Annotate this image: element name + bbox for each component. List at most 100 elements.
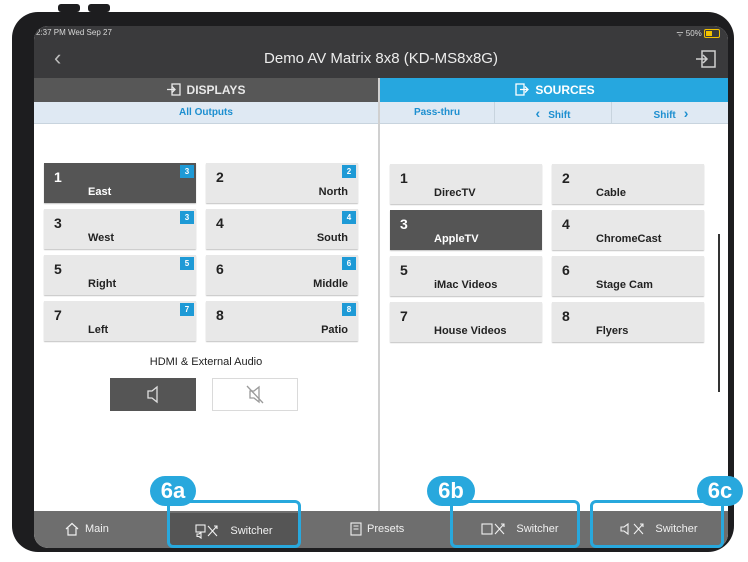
- tile-label: DirecTV: [434, 187, 476, 199]
- display-tile-8[interactable]: 8 Patio 8: [206, 301, 358, 341]
- route-badge: 2: [342, 165, 356, 178]
- callout-box-6c: [590, 500, 724, 548]
- source-tile-8[interactable]: 8 Flyers: [552, 302, 704, 342]
- chevron-left-icon: ‹: [535, 105, 541, 121]
- audio-mute-button[interactable]: [212, 378, 298, 411]
- tile-number: 5: [400, 262, 408, 278]
- tile-number: 3: [54, 215, 62, 231]
- sources-header[interactable]: SOURCES: [380, 78, 728, 102]
- callout-box-6b: [450, 500, 580, 548]
- route-badge: 7: [180, 303, 194, 316]
- sources-header-label: SOURCES: [535, 83, 595, 97]
- tile-number: 8: [562, 308, 570, 324]
- source-tile-3[interactable]: 3 AppleTV: [390, 210, 542, 250]
- page-title: Demo AV Matrix 8x8 (KD-MS8x8G): [264, 50, 498, 67]
- display-tile-5[interactable]: 5 Right 5: [44, 255, 196, 295]
- app-screen: 2:37 PM Wed Sep 27 ᯤ 50% ‹ Demo AV Matri…: [34, 26, 728, 548]
- display-tile-4[interactable]: 4 South 4: [206, 209, 358, 249]
- speaker-mute-icon: [246, 385, 264, 404]
- source-tile-4[interactable]: 4 ChromeCast: [552, 210, 704, 250]
- source-tile-6[interactable]: 6 Stage Cam: [552, 256, 704, 296]
- displays-icon: [166, 83, 181, 96]
- sources-tab-bar: Pass-thru ‹ Shift Shift ›: [380, 102, 728, 124]
- tile-number: 6: [216, 261, 224, 277]
- wifi-icon: ᯤ: [676, 29, 684, 38]
- source-tile-5[interactable]: 5 iMac Videos: [390, 256, 542, 296]
- tile-label: West: [88, 232, 115, 244]
- nav-presets-label: Presets: [367, 523, 405, 535]
- tile-number: 6: [562, 262, 570, 278]
- source-tile-1[interactable]: 1 DirecTV: [390, 164, 542, 204]
- tile-label: North: [318, 186, 348, 198]
- displays-header-label: DISPLAYS: [186, 83, 246, 97]
- nav-main-label: Main: [85, 523, 109, 535]
- tile-label: Cable: [596, 187, 626, 199]
- tile-number: 3: [400, 216, 408, 232]
- audio-on-button[interactable]: [110, 378, 196, 411]
- nav-main[interactable]: Main: [64, 511, 109, 548]
- tile-number: 5: [54, 261, 62, 277]
- shift-left-button[interactable]: ‹ Shift: [495, 102, 612, 124]
- shift-right-label: Shift: [653, 110, 676, 121]
- tile-number: 1: [400, 170, 408, 186]
- nav-presets[interactable]: Presets: [350, 511, 404, 548]
- display-tile-1[interactable]: 1 East 3: [44, 163, 196, 203]
- tile-number: 8: [216, 307, 224, 323]
- display-tile-6[interactable]: 6 Middle 6: [206, 255, 358, 295]
- chevron-right-icon: ›: [683, 105, 689, 121]
- callout-badge-6c: 6c: [697, 476, 743, 506]
- tile-number: 2: [216, 169, 224, 185]
- presets-icon: [350, 522, 362, 536]
- displays-header[interactable]: DISPLAYS: [34, 78, 378, 102]
- route-badge: 8: [342, 303, 356, 316]
- display-tile-3[interactable]: 3 West 3: [44, 209, 196, 249]
- exit-icon[interactable]: [694, 48, 718, 70]
- sources-scrollbar[interactable]: [718, 234, 720, 392]
- tile-number: 7: [54, 307, 62, 323]
- title-bar: ‹ Demo AV Matrix 8x8 (KD-MS8x8G): [34, 40, 728, 78]
- route-badge: 3: [180, 165, 194, 178]
- source-tile-2[interactable]: 2 Cable: [552, 164, 704, 204]
- displays-panel: DISPLAYS All Outputs 1 East 3 2 North 2 …: [34, 78, 378, 528]
- route-badge: 5: [180, 257, 194, 270]
- device-button: [88, 4, 110, 12]
- sources-icon: [515, 83, 530, 96]
- tile-number: 4: [216, 215, 224, 231]
- route-badge: 3: [180, 211, 194, 224]
- tile-number: 1: [54, 169, 62, 185]
- shift-right-button[interactable]: Shift ›: [612, 102, 728, 124]
- status-time: 2:37 PM Wed Sep 27: [36, 28, 112, 37]
- callout-box-6a: [167, 500, 301, 548]
- battery-percent: 50%: [685, 29, 702, 38]
- source-tile-7[interactable]: 7 House Videos: [390, 302, 542, 342]
- sources-panel: SOURCES Pass-thru ‹ Shift Shift › 1 DirecT…: [378, 78, 728, 528]
- route-badge: 4: [342, 211, 356, 224]
- status-indicators: ᯤ 50%: [676, 28, 720, 39]
- tile-number: 2: [562, 170, 570, 186]
- device-button: [58, 4, 80, 12]
- tile-label: Patio: [321, 324, 348, 336]
- battery-icon: [704, 29, 720, 39]
- callout-badge-6a: 6a: [150, 476, 196, 506]
- status-bar: 2:37 PM Wed Sep 27 ᯤ 50%: [34, 26, 728, 40]
- speaker-icon: [147, 385, 158, 404]
- tile-label: iMac Videos: [434, 279, 498, 291]
- tab-all-outputs[interactable]: All Outputs: [34, 102, 378, 124]
- audio-section-label: HDMI & External Audio: [149, 356, 263, 368]
- tile-label: AppleTV: [434, 233, 479, 245]
- display-tile-2[interactable]: 2 North 2: [206, 163, 358, 203]
- home-icon: [65, 522, 79, 536]
- tile-label: Stage Cam: [596, 279, 653, 291]
- tile-number: 4: [562, 216, 570, 232]
- tile-label: ChromeCast: [596, 233, 662, 245]
- tile-label: Middle: [313, 278, 348, 290]
- callout-badge-6b: 6b: [427, 476, 475, 506]
- tab-pass-thru[interactable]: Pass-thru: [380, 102, 495, 124]
- shift-left-label: Shift: [548, 110, 571, 121]
- display-tile-7[interactable]: 7 Left 7: [44, 301, 196, 341]
- tile-label: Right: [88, 278, 117, 290]
- tile-label: South: [316, 232, 348, 244]
- route-badge: 6: [342, 257, 356, 270]
- tile-label: East: [88, 186, 112, 198]
- tile-label: Left: [88, 324, 109, 336]
